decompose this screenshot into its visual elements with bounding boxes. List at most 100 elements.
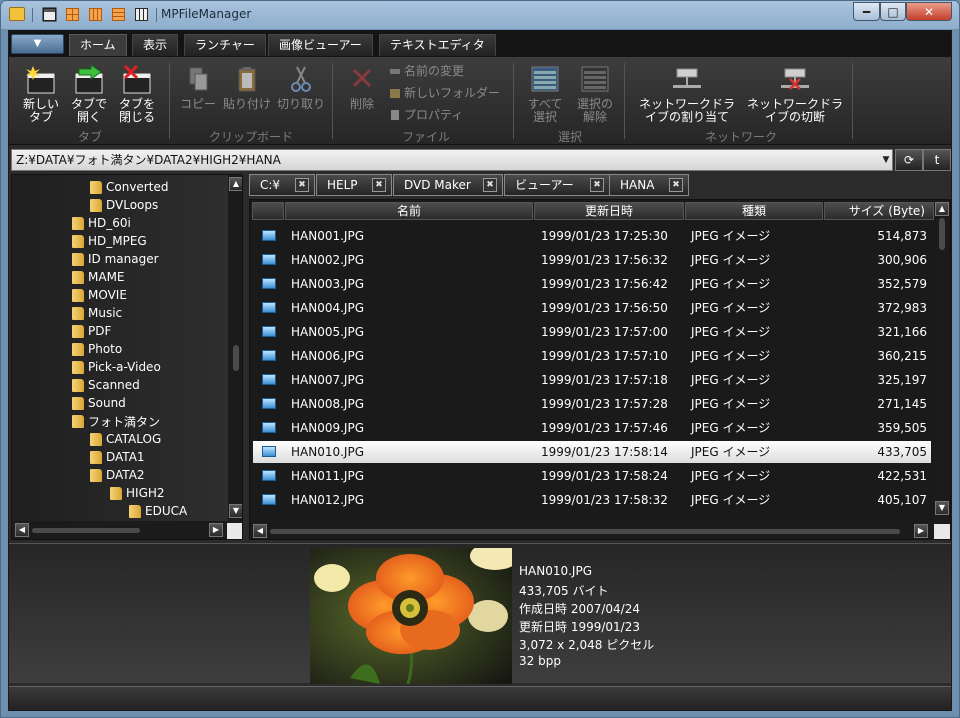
table-row[interactable]: HAN004.JPG 1999/01/23 17:56:50 JPEG イメージ 37… xyxy=(253,297,931,319)
table-row[interactable]: HAN006.JPG 1999/01/23 17:57:10 JPEG イメージ 36… xyxy=(253,345,931,367)
maximize-button[interactable]: □ xyxy=(880,2,906,21)
tab-text-editor[interactable]: テキストエディタ xyxy=(379,34,496,56)
close-icon[interactable]: ✖ xyxy=(372,178,386,192)
rename-button[interactable]: 名前の変更 xyxy=(389,62,464,79)
new-tab-button[interactable]: 新しい タブ xyxy=(19,65,63,124)
close-icon[interactable]: ✖ xyxy=(590,178,604,192)
folder-tab-dvd-maker[interactable]: DVD Maker ✖ xyxy=(393,174,503,196)
up-folder-button[interactable]: t xyxy=(923,149,951,171)
column-header-type[interactable]: 種類 xyxy=(685,202,823,220)
layout-single-icon[interactable] xyxy=(42,7,57,22)
column-header-icon[interactable] xyxy=(252,202,284,220)
tree-item-label: DATA1 xyxy=(106,450,145,464)
layout-table-icon[interactable] xyxy=(111,7,126,22)
tree-item[interactable]: Scanned xyxy=(72,376,140,394)
tree-item[interactable]: DATA2 xyxy=(90,466,145,484)
map-network-drive-button[interactable]: ネットワークドラ イブの割り当て xyxy=(633,65,741,124)
address-dropdown-icon[interactable]: ▼ xyxy=(879,150,893,170)
tree-item[interactable]: Sound xyxy=(72,394,126,412)
folder-tab-c[interactable]: C:¥ ✖ xyxy=(249,174,315,196)
tree-vertical-scrollbar[interactable]: ▲ ▼ xyxy=(228,175,242,527)
table-row[interactable]: HAN003.JPG 1999/01/23 17:56:42 JPEG イメージ 35… xyxy=(253,273,931,295)
table-row[interactable]: HAN009.JPG 1999/01/23 17:57:46 JPEG イメージ 35… xyxy=(253,417,931,439)
table-row[interactable]: HAN010.JPG 1999/01/23 17:58:14 JPEG イメージ 43… xyxy=(253,441,931,463)
select-all-button[interactable]: すべて 選択 xyxy=(521,65,569,124)
tree-item[interactable]: Converted xyxy=(90,178,168,196)
table-row[interactable]: HAN005.JPG 1999/01/23 17:57:00 JPEG イメージ 32… xyxy=(253,321,931,343)
refresh-button[interactable]: ⟳ xyxy=(895,149,923,171)
close-tab-button[interactable]: タブを 閉じる xyxy=(113,64,161,124)
list-scroll-thumb[interactable] xyxy=(939,218,945,250)
scroll-down-button[interactable]: ▼ xyxy=(229,504,242,518)
tree-item[interactable]: MOVIE xyxy=(72,286,127,304)
new-folder-button[interactable]: 新しいフォルダー xyxy=(389,84,500,101)
tree-item[interactable]: HD_MPEG xyxy=(72,232,147,250)
folder-tab-hana[interactable]: HANA ✖ xyxy=(609,174,689,196)
tree-item[interactable]: Photo xyxy=(72,340,122,358)
image-file-icon xyxy=(262,398,276,409)
tree-item[interactable]: フォト満タン xyxy=(72,412,160,430)
disconnect-network-drive-button[interactable]: ネットワークドラ イブの切断 xyxy=(741,65,849,124)
tree-item[interactable]: MAME xyxy=(72,268,125,286)
tree-item[interactable]: HIGH2 xyxy=(110,484,165,502)
layout-columns-icon[interactable] xyxy=(134,7,149,22)
tree-hscroll-thumb[interactable] xyxy=(32,528,140,533)
tree-item[interactable]: EDUCA xyxy=(129,502,187,520)
scroll-right-button[interactable]: ▶ xyxy=(209,523,223,537)
close-icon[interactable]: ✖ xyxy=(483,178,497,192)
table-row[interactable]: HAN007.JPG 1999/01/23 17:57:18 JPEG イメージ 32… xyxy=(253,369,931,391)
scroll-left-button[interactable]: ◀ xyxy=(253,524,267,538)
paste-button[interactable]: 貼り付け xyxy=(221,65,273,111)
deselect-button[interactable]: 選択の 解除 xyxy=(571,65,619,124)
copy-button[interactable]: コピー xyxy=(175,65,221,111)
scroll-up-button[interactable]: ▲ xyxy=(229,177,242,191)
list-vertical-scrollbar[interactable]: ▲ ▼ xyxy=(934,200,950,524)
close-icon[interactable]: ✖ xyxy=(295,178,309,192)
tree-item[interactable]: CATALOG xyxy=(90,430,161,448)
tab-image-viewer[interactable]: 画像ビューアー xyxy=(268,34,373,56)
table-row[interactable]: HAN012.JPG 1999/01/23 17:58:32 JPEG イメージ 40… xyxy=(253,489,931,511)
layout-quad-icon[interactable] xyxy=(65,7,80,22)
scroll-down-button[interactable]: ▼ xyxy=(935,501,949,515)
layout-grid-icon[interactable] xyxy=(88,7,103,22)
column-header-modified[interactable]: 更新日時 xyxy=(534,202,684,220)
tree-item[interactable]: DVLoops xyxy=(90,196,158,214)
client-area: ▼ ホーム 表示 ランチャー 画像ビューアー テキストエディタ 新しい タブ タ… xyxy=(8,30,952,711)
table-row[interactable]: HAN008.JPG 1999/01/23 17:57:28 JPEG イメージ 27… xyxy=(253,393,931,415)
address-bar[interactable]: Z:¥DATA¥フォト満タン¥DATA2¥HIGH2¥HANA xyxy=(11,149,893,171)
table-row[interactable]: HAN002.JPG 1999/01/23 17:56:32 JPEG イメージ 30… xyxy=(253,249,931,271)
folder-tab-help[interactable]: HELP ✖ xyxy=(316,174,392,196)
tree-item[interactable]: ID manager xyxy=(72,250,159,268)
table-row[interactable]: HAN001.JPG 1999/01/23 17:25:30 JPEG イメージ 51… xyxy=(253,225,931,247)
open-in-tab-button[interactable]: タブで 開く xyxy=(67,64,111,124)
scroll-up-button[interactable]: ▲ xyxy=(935,202,949,216)
tree-item[interactable]: HD_60i xyxy=(72,214,131,232)
app-menu-button[interactable]: ▼ xyxy=(11,34,64,54)
list-horizontal-scrollbar[interactable]: ◀ ▶ xyxy=(252,522,934,539)
tree-item[interactable]: Music xyxy=(72,304,122,322)
cut-button[interactable]: 切り取り xyxy=(275,65,327,111)
column-header-name[interactable]: 名前 xyxy=(285,202,533,220)
close-icon[interactable]: ✖ xyxy=(669,178,683,192)
tree-item[interactable]: PDF xyxy=(72,322,111,340)
tree-item-label: Music xyxy=(88,306,123,320)
folder-tab-viewer[interactable]: ビューアー ✖ xyxy=(504,174,610,196)
tree-item[interactable]: Pick-a-Video xyxy=(72,358,161,376)
tab-view[interactable]: 表示 xyxy=(132,34,179,56)
table-row[interactable]: HAN011.JPG 1999/01/23 17:58:24 JPEG イメージ 42… xyxy=(253,465,931,487)
tree-item[interactable]: DATA1 xyxy=(90,448,145,466)
tree-horizontal-scrollbar[interactable]: ◀ ▶ xyxy=(14,521,228,539)
list-hscroll-thumb[interactable] xyxy=(270,529,900,534)
close-window-button[interactable]: ✕ xyxy=(906,2,952,21)
scroll-right-button[interactable]: ▶ xyxy=(914,524,928,538)
column-header-size[interactable]: サイズ (Byte) xyxy=(824,202,934,220)
delete-button[interactable]: 削除 xyxy=(341,65,383,111)
tab-launcher[interactable]: ランチャー xyxy=(184,34,266,56)
modified-cell: 1999/01/23 17:56:50 xyxy=(541,301,668,315)
properties-button[interactable]: プロパティ xyxy=(389,106,463,123)
scroll-left-button[interactable]: ◀ xyxy=(15,523,29,537)
tree-scroll-thumb[interactable] xyxy=(233,345,239,371)
tab-home[interactable]: ホーム xyxy=(69,34,127,56)
minimize-button[interactable]: ━ xyxy=(853,2,880,21)
folder-tab-label: HELP xyxy=(327,178,358,192)
